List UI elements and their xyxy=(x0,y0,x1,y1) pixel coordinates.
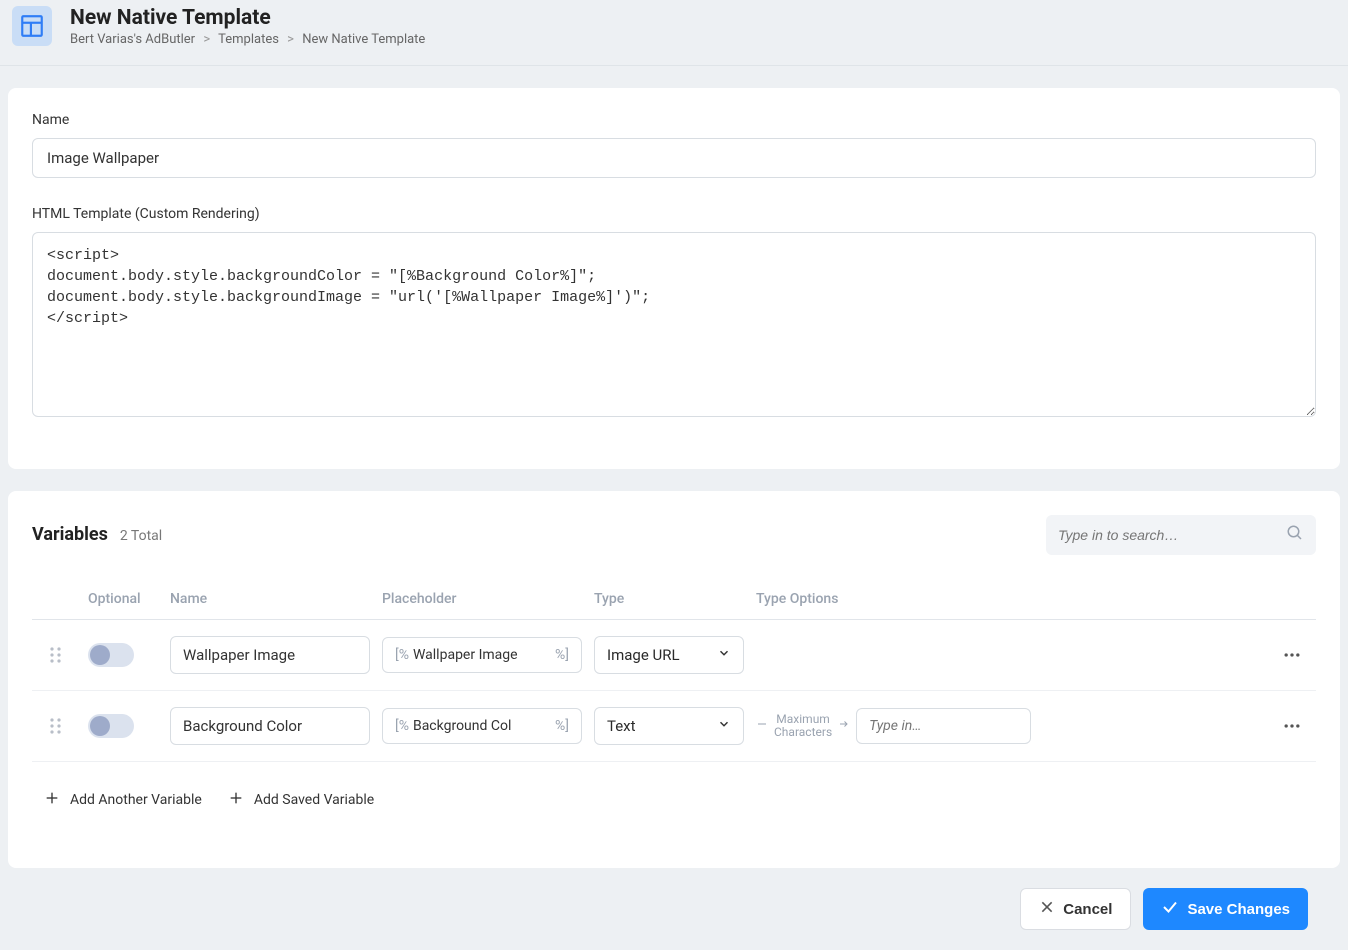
variable-row: [% Background Col %] Text Maximum Charac… xyxy=(32,691,1316,762)
breadcrumb: Bert Varias's AdButler > Templates > New… xyxy=(70,32,425,47)
html-template-label: HTML Template (Custom Rendering) xyxy=(32,206,1316,222)
footer-actions: Cancel Save Changes xyxy=(0,868,1348,950)
search-icon xyxy=(1286,524,1304,546)
variables-search-input[interactable] xyxy=(1058,527,1286,543)
variables-title: Variables xyxy=(32,524,108,545)
col-name: Name xyxy=(170,591,370,607)
plus-icon xyxy=(228,790,244,810)
variable-name-input[interactable] xyxy=(170,636,370,674)
variables-count: 2 Total xyxy=(120,528,162,544)
minus-icon xyxy=(756,718,768,734)
variable-placeholder[interactable]: [% Background Col %] xyxy=(382,708,582,744)
page-header: New Native Template Bert Varias's AdButl… xyxy=(0,0,1348,66)
breadcrumb-item[interactable]: Templates xyxy=(218,32,279,47)
close-icon xyxy=(1039,899,1055,919)
max-characters-input[interactable] xyxy=(856,708,1031,744)
template-panel: Name HTML Template (Custom Rendering) xyxy=(8,88,1340,469)
col-type: Type xyxy=(594,591,744,607)
optional-toggle[interactable] xyxy=(88,714,134,738)
breadcrumb-item[interactable]: Bert Varias's AdButler xyxy=(70,32,195,47)
template-icon xyxy=(12,6,52,46)
breadcrumb-item: New Native Template xyxy=(302,32,425,47)
row-menu-button[interactable] xyxy=(1272,716,1312,736)
variable-name-input[interactable] xyxy=(170,707,370,745)
plus-icon xyxy=(44,790,60,810)
save-changes-button[interactable]: Save Changes xyxy=(1143,888,1308,930)
variable-type-select[interactable]: Text xyxy=(594,707,744,745)
add-saved-variable-button[interactable]: Add Saved Variable xyxy=(228,790,374,810)
drag-handle-icon[interactable] xyxy=(36,646,76,664)
html-template-textarea[interactable] xyxy=(32,232,1316,417)
row-menu-button[interactable] xyxy=(1272,645,1312,665)
add-another-variable-button[interactable]: Add Another Variable xyxy=(44,790,202,810)
name-label: Name xyxy=(32,112,1316,128)
variables-search[interactable] xyxy=(1046,515,1316,555)
col-optional: Optional xyxy=(88,591,158,607)
chevron-down-icon xyxy=(717,717,731,735)
col-placeholder: Placeholder xyxy=(382,591,582,607)
variables-panel: Variables 2 Total Optional Name Placehol… xyxy=(8,491,1340,868)
cancel-button[interactable]: Cancel xyxy=(1020,888,1131,930)
variable-type-select[interactable]: Image URL xyxy=(594,636,744,674)
variable-placeholder[interactable]: [% Wallpaper Image %] xyxy=(382,637,582,673)
variable-row: [% Wallpaper Image %] Image URL xyxy=(32,620,1316,691)
variables-table-header: Optional Name Placeholder Type Type Opti… xyxy=(32,571,1316,620)
col-type-options: Type Options xyxy=(756,591,1260,607)
max-characters-label: Maximum Characters xyxy=(774,713,832,739)
arrow-right-icon xyxy=(838,718,850,734)
name-input[interactable] xyxy=(32,138,1316,178)
page-title: New Native Template xyxy=(70,6,425,30)
drag-handle-icon[interactable] xyxy=(36,717,76,735)
check-icon xyxy=(1161,898,1179,920)
chevron-down-icon xyxy=(717,646,731,664)
optional-toggle[interactable] xyxy=(88,643,134,667)
